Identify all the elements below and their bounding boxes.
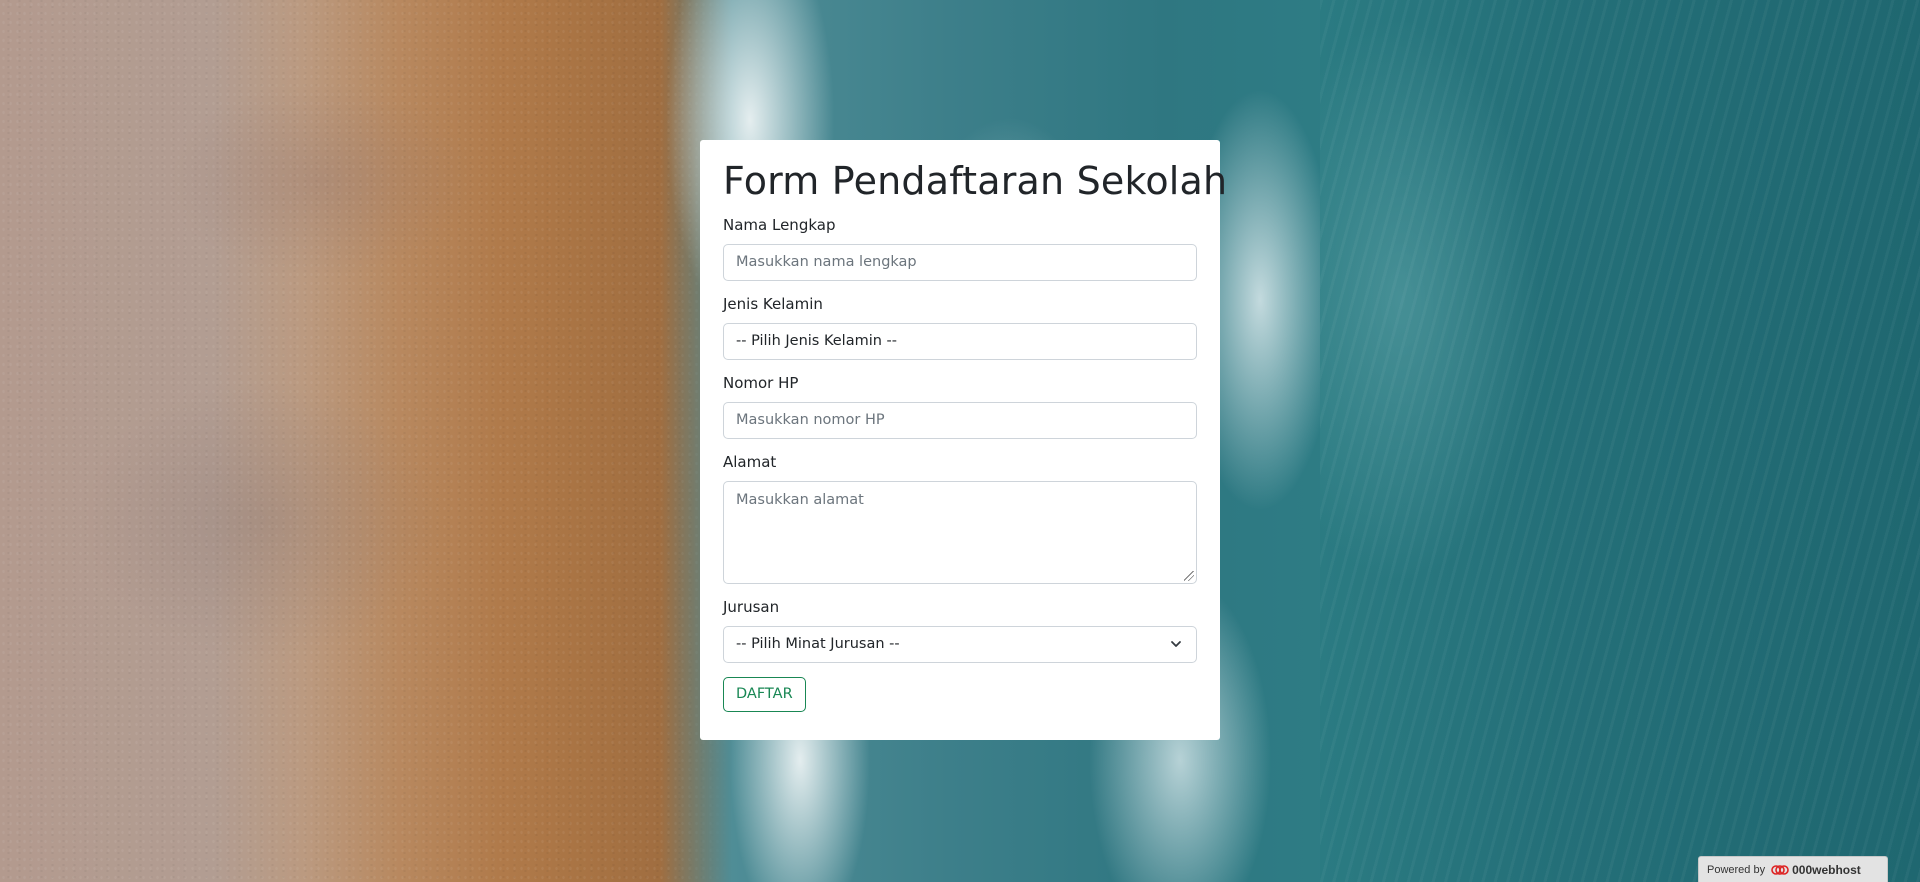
chevron-down-icon [1171, 641, 1181, 647]
nomor-hp-input[interactable]: Masukkan nomor HP [723, 402, 1197, 439]
jurusan-label: Jurusan [723, 598, 780, 616]
nomor-hp-label: Nomor HP [723, 374, 799, 392]
nama-lengkap-input[interactable]: Masukkan nama lengkap [723, 244, 1197, 281]
jurusan-select[interactable]: -- Pilih Minat Jurusan -- [723, 626, 1197, 663]
alamat-placeholder: Masukkan alamat [736, 492, 864, 508]
jenis-kelamin-label: Jenis Kelamin [723, 295, 823, 313]
page-title: Form Pendaftaran Sekolah [723, 159, 1228, 203]
daftar-button[interactable]: DAFTAR [723, 677, 806, 712]
powered-by-badge[interactable]: Powered by 000webhost [1698, 856, 1888, 882]
registration-form-card: Form Pendaftaran Sekolah Nama Lengkap Ma… [700, 140, 1228, 740]
jenis-kelamin-select[interactable]: -- Pilih Jenis Kelamin -- [723, 323, 1197, 360]
resize-handle-icon[interactable] [1184, 571, 1194, 581]
background-sea [1320, 0, 1920, 882]
background-sand [0, 0, 760, 882]
jurusan-selected-value: -- Pilih Minat Jurusan -- [736, 636, 900, 652]
powered-by-label: Powered by [1707, 863, 1766, 876]
alamat-label: Alamat [723, 453, 777, 471]
badge-brand-name: 000webhost [1792, 862, 1861, 877]
nama-lengkap-label: Nama Lengkap [723, 216, 836, 234]
alamat-textarea[interactable]: Masukkan alamat [723, 481, 1197, 584]
000webhost-logo-icon [1771, 864, 1789, 875]
